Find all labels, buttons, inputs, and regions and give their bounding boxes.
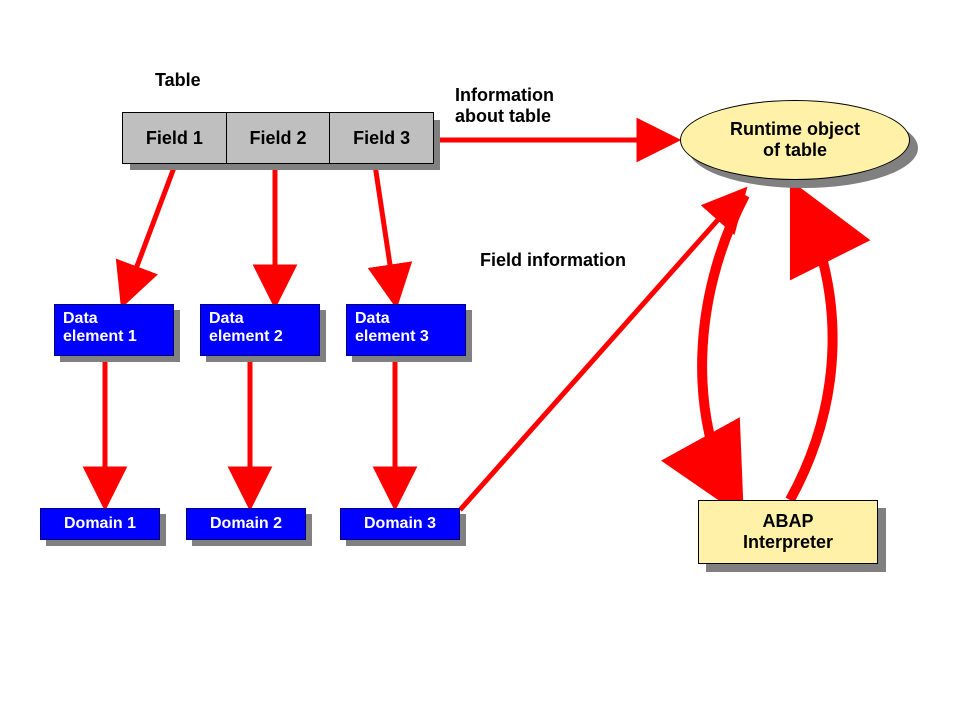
runtime-line1: Runtime object [730,119,860,139]
runtime-line2: of table [763,140,827,160]
data-element-1: Data element 1 [54,304,174,356]
de1-line2: element 1 [63,328,137,345]
table-field-3: Field 3 [330,113,433,163]
info-about-table-line2: about table [455,106,551,126]
abap-line1: ABAP [762,511,813,531]
arrow-field3-to-de3 [375,165,395,298]
info-about-table-label: Information about table [455,85,554,126]
domain-3: Domain 3 [340,508,460,540]
table-field-1: Field 1 [123,113,227,163]
table-title-label: Table [155,70,201,91]
abap-interpreter-box: ABAP Interpreter [698,500,878,564]
de3-line2: element 3 [355,328,429,345]
info-about-table-line1: Information [455,85,554,105]
arrow-field1-to-de1 [125,165,175,298]
table-field-2: Field 2 [227,113,331,163]
de2-line2: element 2 [209,328,283,345]
table-fields-box: Field 1 Field 2 Field 3 [122,112,434,164]
data-element-3: Data element 3 [346,304,466,356]
data-element-2: Data element 2 [200,304,320,356]
abap-line2: Interpreter [743,532,833,552]
de3-line1: Data [355,310,390,327]
runtime-object-ellipse: Runtime object of table [680,100,910,180]
domain-1: Domain 1 [40,508,160,540]
de1-line1: Data [63,310,98,327]
domain-2: Domain 2 [186,508,306,540]
de2-line1: Data [209,310,244,327]
field-information-label: Field information [480,250,626,271]
arrow-domain3-to-runtime [460,195,740,510]
arrow-abap-to-runtime [790,200,833,500]
arrow-runtime-to-abap [702,195,745,498]
